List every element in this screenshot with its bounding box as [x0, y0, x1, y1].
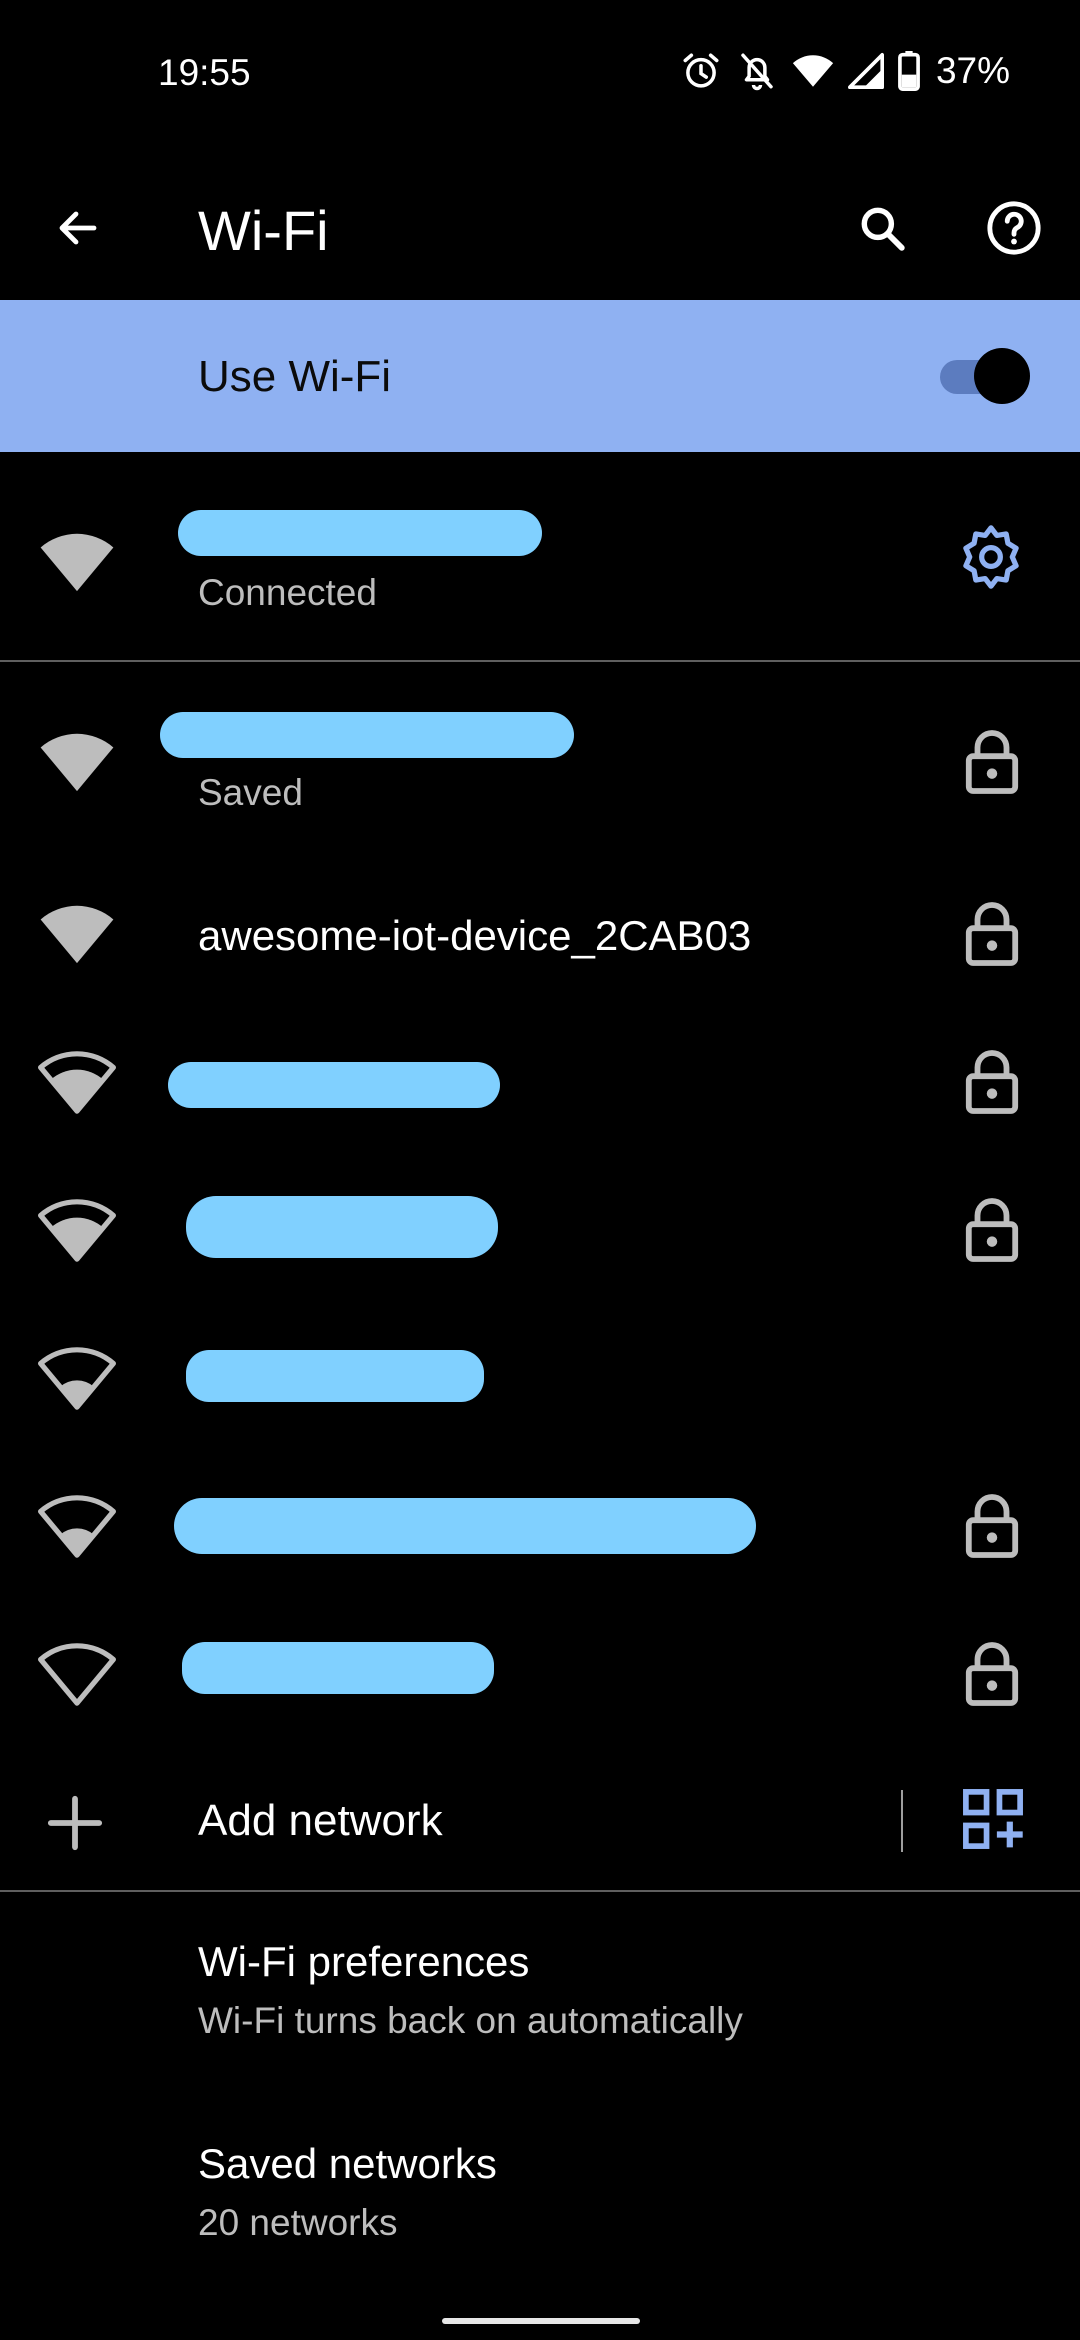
network-status: Connected	[198, 572, 377, 613]
wifi-preferences-subtitle: Wi-Fi turns back on automatically	[198, 2000, 743, 2041]
saved-networks-item[interactable]: Saved networks 20 networks	[198, 2140, 497, 2244]
signal-icon	[847, 53, 884, 89]
lock-icon	[965, 730, 1019, 794]
add-network-row[interactable]: Add network	[0, 1760, 1080, 1880]
wifi-signal-1-icon	[38, 1643, 116, 1706]
page-title: Wi-Fi	[198, 199, 329, 262]
bell-off-icon	[741, 53, 773, 91]
search-icon	[861, 207, 905, 251]
vertical-divider	[901, 1790, 903, 1852]
gesture-nav-handle[interactable]	[442, 2318, 640, 2324]
status-bar: 19:55 37%	[0, 0, 1080, 150]
ssid-redacted	[160, 712, 574, 758]
use-wifi-toggle[interactable]	[936, 344, 1030, 408]
network-row[interactable]: awesome-iot-device_2CAB03	[0, 860, 1080, 1008]
ssid-redacted	[186, 1350, 484, 1402]
wifi-signal-full-icon	[40, 905, 114, 964]
use-wifi-label: Use Wi-Fi	[198, 352, 392, 401]
divider	[0, 1890, 1080, 1892]
network-row[interactable]	[0, 1600, 1080, 1748]
ssid-redacted	[174, 1498, 756, 1554]
back-button[interactable]	[36, 186, 120, 270]
saved-networks-subtitle: 20 networks	[198, 2202, 398, 2243]
wifi-preferences-item[interactable]: Wi-Fi preferences Wi-Fi turns back on au…	[198, 1938, 743, 2042]
lock-icon	[965, 902, 1019, 966]
wifi-status-icon	[792, 55, 834, 87]
help-icon	[987, 201, 1041, 255]
wifi-signal-2-icon	[38, 1347, 116, 1410]
ssid-redacted	[182, 1642, 494, 1694]
network-row[interactable]	[0, 1156, 1080, 1304]
network-row[interactable]	[0, 1304, 1080, 1452]
plus-icon	[47, 1795, 103, 1851]
status-icons: 37%	[680, 46, 1010, 96]
wifi-signal-full-icon	[40, 733, 114, 792]
ssid-redacted	[186, 1196, 498, 1258]
wifi-signal-2-icon	[38, 1495, 116, 1558]
wifi-signal-3-icon	[38, 1051, 116, 1114]
battery-icon	[898, 51, 920, 91]
network-row[interactable]	[0, 1008, 1080, 1156]
wifi-signal-3-icon	[38, 1199, 116, 1262]
saved-networks-title: Saved networks	[198, 2140, 497, 2187]
gear-icon[interactable]	[956, 522, 1026, 592]
wifi-signal-full-icon	[40, 533, 114, 592]
connected-network-row[interactable]: Connected	[0, 452, 1080, 660]
ssid-redacted	[178, 510, 542, 556]
help-button[interactable]	[972, 186, 1056, 270]
search-button[interactable]	[840, 186, 924, 270]
lock-icon	[965, 1050, 1019, 1114]
arrow-back-icon	[59, 211, 97, 245]
network-row[interactable]	[0, 1452, 1080, 1600]
lock-icon	[965, 1198, 1019, 1262]
lock-icon	[965, 1642, 1019, 1706]
lock-icon	[965, 1494, 1019, 1558]
ssid-redacted	[168, 1062, 500, 1108]
alarm-icon	[683, 53, 719, 88]
qr-code-scanner-icon[interactable]	[962, 1788, 1024, 1850]
network-status: Saved	[198, 772, 303, 813]
use-wifi-switch-bar[interactable]: Use Wi-Fi	[0, 300, 1080, 452]
add-network-label: Add network	[198, 1796, 443, 1845]
network-ssid: awesome-iot-device_2CAB03	[198, 912, 752, 959]
battery-percent: 37%	[935, 50, 1010, 91]
network-row[interactable]: Saved	[0, 662, 1080, 860]
wifi-preferences-title: Wi-Fi preferences	[198, 1938, 530, 1985]
app-bar: Wi-Fi	[0, 160, 1080, 300]
toggle-thumb	[974, 348, 1030, 404]
status-time: 19:55	[158, 52, 251, 93]
